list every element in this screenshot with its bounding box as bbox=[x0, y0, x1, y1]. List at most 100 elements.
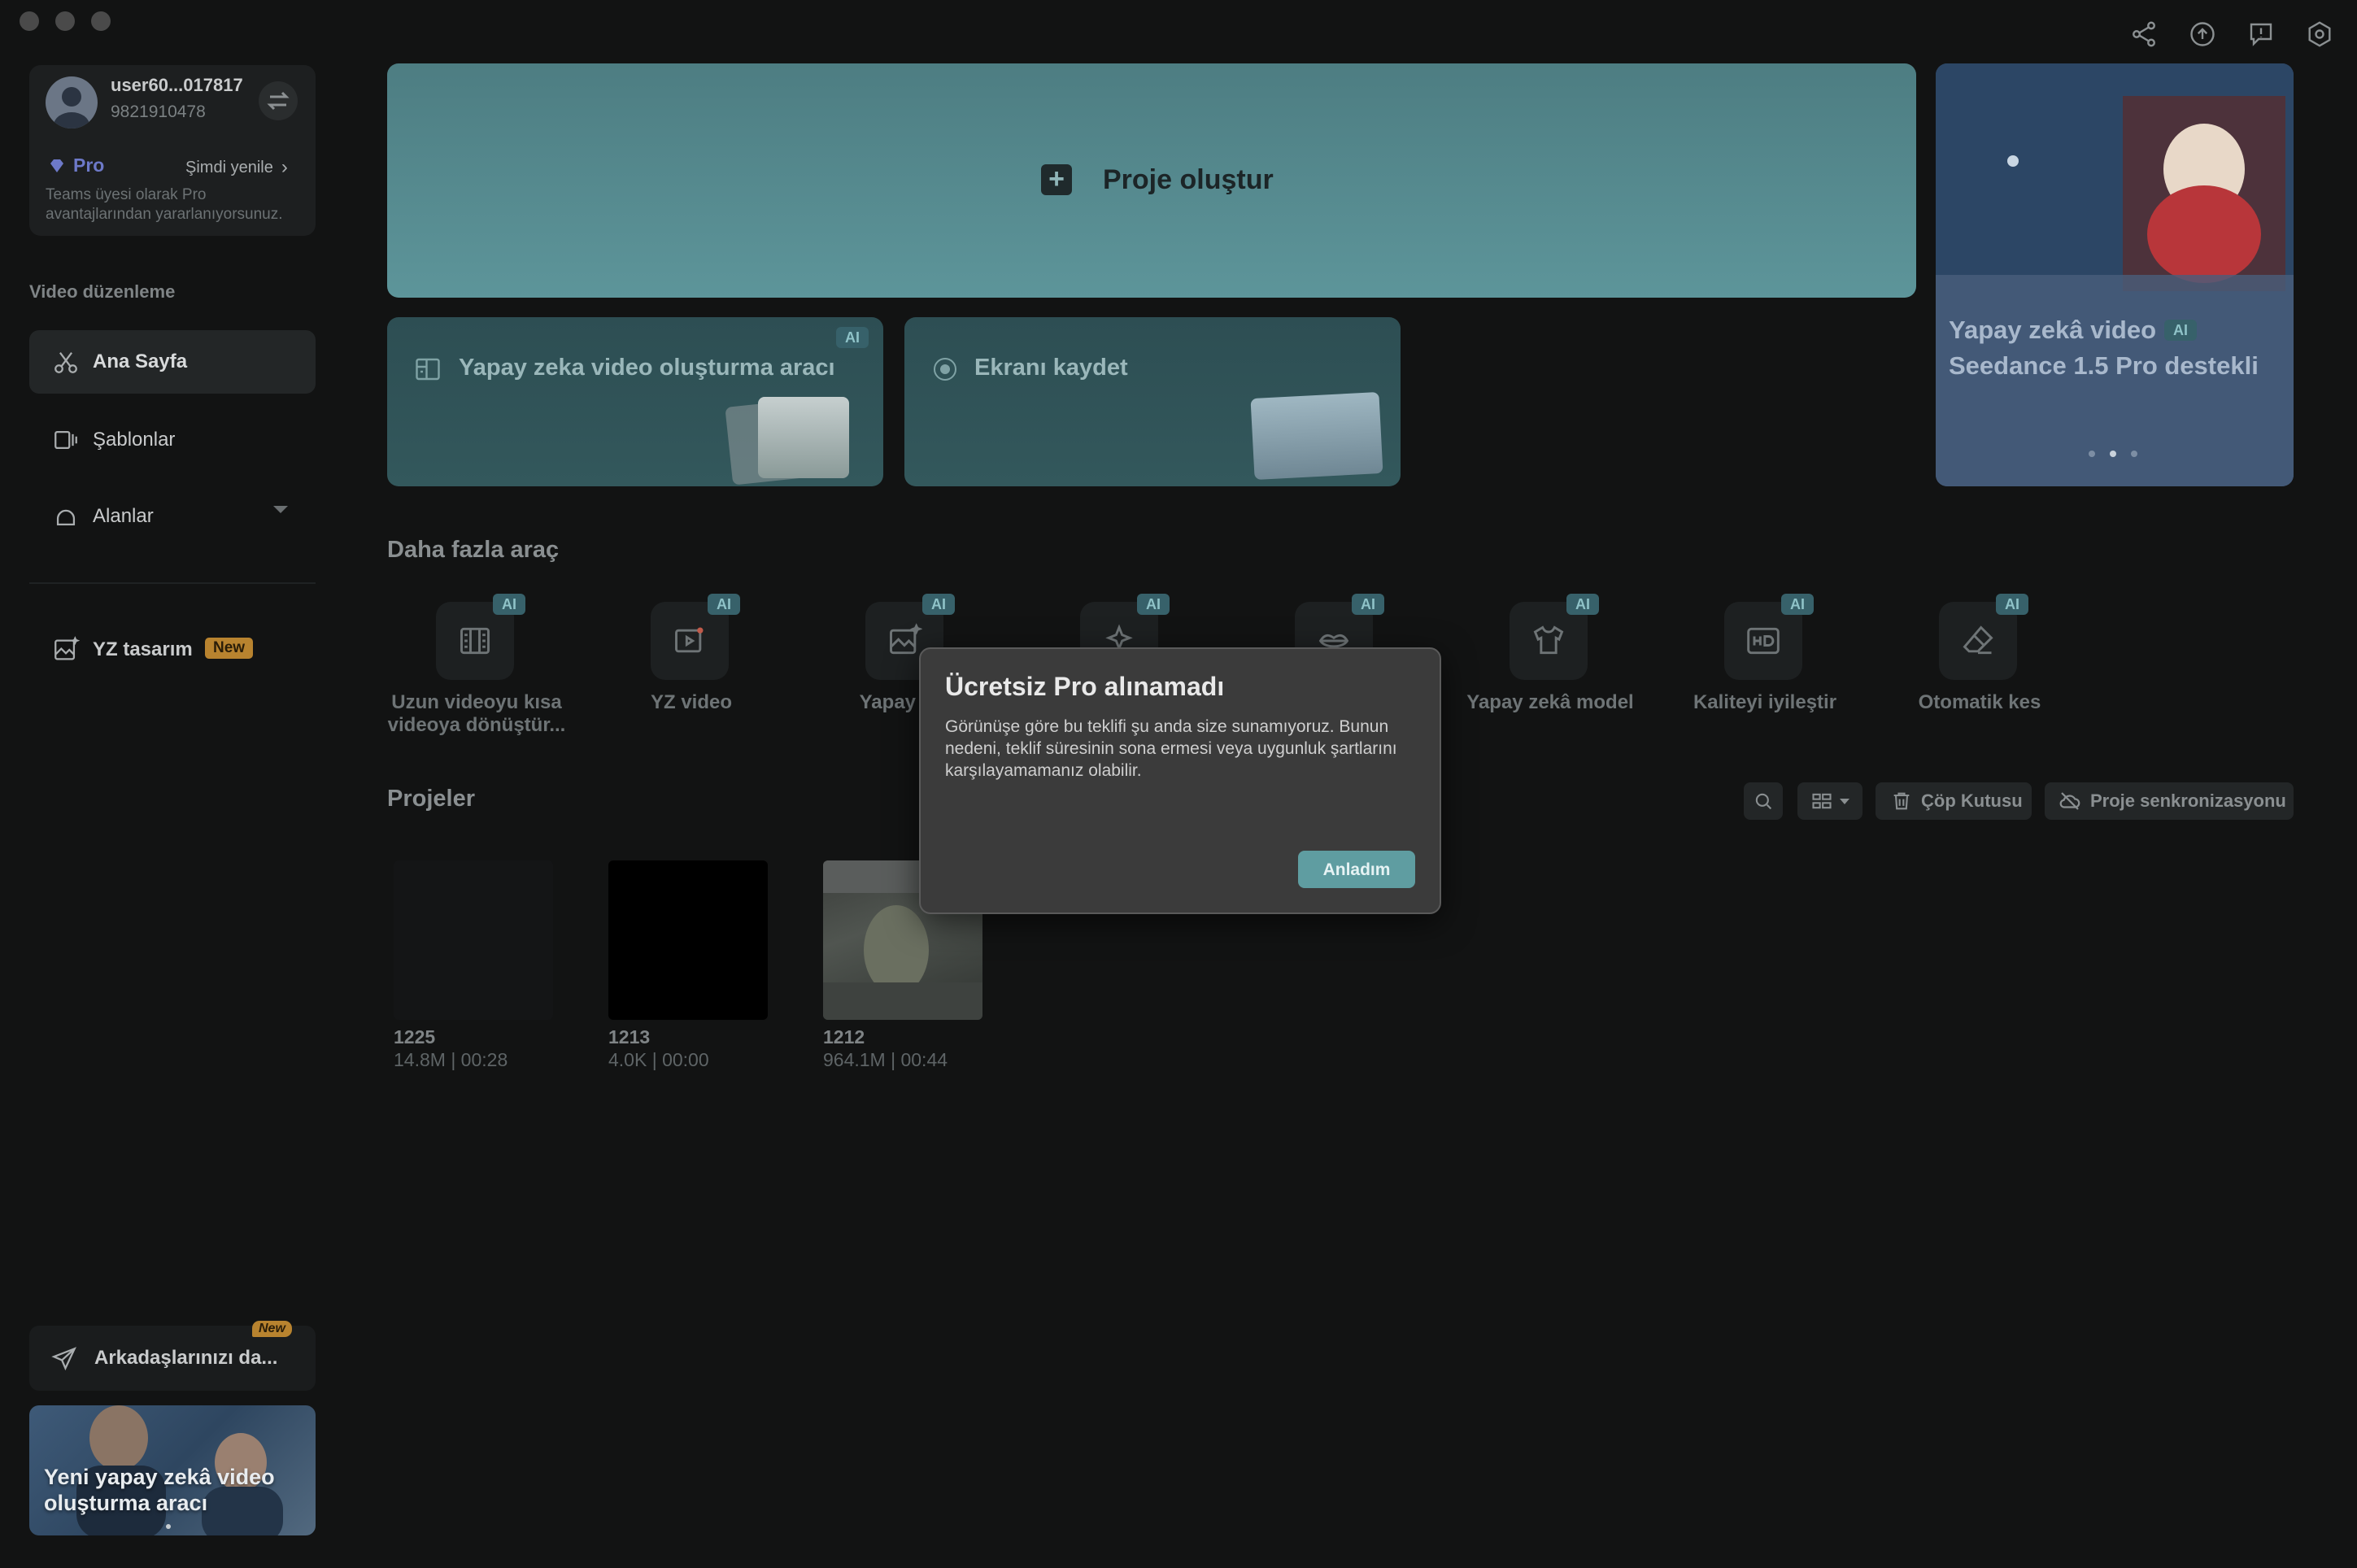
ai-badge: AI bbox=[708, 594, 740, 615]
project-thumbnail[interactable] bbox=[608, 860, 768, 1020]
more-tools-title: Daha fazla araç bbox=[387, 537, 560, 563]
tool-label: Otomatik kes bbox=[1918, 691, 2041, 713]
grid-icon bbox=[1812, 793, 1832, 809]
video-ai-icon bbox=[675, 627, 704, 653]
tool-card-thumbnail bbox=[758, 397, 849, 478]
project-name[interactable]: 1225 bbox=[394, 1026, 435, 1048]
tool-card-thumbnail bbox=[1250, 391, 1383, 481]
window-minimize-button[interactable] bbox=[55, 11, 75, 31]
free-pro-failed-dialog: Ücretsiz Pro alınamadı Görünüşe göre bu … bbox=[919, 647, 1441, 914]
ai-video-generator-card[interactable]: Yapay zeka video oluşturma aracı AI bbox=[387, 317, 883, 486]
promo-text: Yeni yapay zekâ video oluşturma aracı bbox=[44, 1465, 275, 1515]
sidebar-item-ai-design[interactable]: YZ tasarım New bbox=[29, 618, 316, 682]
banner-line1: Yapay zekâ video AI bbox=[1949, 316, 2198, 345]
eraser-icon bbox=[1963, 625, 1993, 655]
create-project-label: Proje oluştur bbox=[1103, 164, 1274, 195]
sidebar-item-label: YZ tasarım bbox=[93, 638, 193, 660]
view-toggle-button[interactable] bbox=[1797, 782, 1863, 820]
chevron-down-icon[interactable] bbox=[273, 506, 288, 513]
trash-button[interactable]: Çöp Kutusu bbox=[1876, 782, 2032, 820]
trash-label: Çöp Kutusu bbox=[1921, 791, 2023, 811]
sidebar-item-label: Şablonlar bbox=[93, 429, 176, 451]
sync-label: Proje senkronizasyonu bbox=[2090, 791, 2286, 811]
project-meta: 14.8M | 00:28 bbox=[394, 1049, 508, 1070]
film-split-icon bbox=[460, 627, 490, 655]
banner-subtitle: Seedance 1.5 Pro destekli bbox=[1949, 351, 2259, 380]
renew-link[interactable]: Şimdi yenile › bbox=[185, 156, 288, 179]
pagination-dot[interactable] bbox=[2131, 451, 2137, 457]
plus-icon: + bbox=[1041, 164, 1072, 195]
settings-icon[interactable] bbox=[2305, 20, 2334, 49]
sidebar-item-home[interactable]: Ana Sayfa bbox=[29, 330, 316, 394]
project-thumbnail[interactable] bbox=[394, 860, 553, 1020]
window-close-button[interactable] bbox=[20, 11, 39, 31]
ai-badge: AI bbox=[1781, 594, 1814, 615]
tool-label: Uzun videoyu kısa videoya dönüştür... bbox=[387, 691, 566, 736]
window-maximize-button[interactable] bbox=[91, 11, 111, 31]
new-badge: New bbox=[252, 1321, 292, 1337]
account-user-id: 9821910478 bbox=[111, 102, 206, 121]
search-icon bbox=[1755, 793, 1772, 810]
banner-pagination[interactable] bbox=[2089, 451, 2137, 457]
trash-icon bbox=[1893, 792, 1910, 810]
cloud-sync-icon bbox=[2059, 792, 2080, 810]
pagination-dot-active[interactable] bbox=[2110, 451, 2116, 457]
account-username: user60...017817 bbox=[111, 75, 243, 95]
send-icon bbox=[51, 1347, 76, 1371]
template-icon bbox=[54, 430, 77, 450]
record-icon bbox=[934, 358, 956, 381]
upload-icon[interactable] bbox=[2188, 20, 2217, 49]
image-sparkle-icon bbox=[54, 636, 80, 660]
project-meta: 964.1M | 00:44 bbox=[823, 1049, 948, 1070]
image-ai-icon bbox=[890, 623, 922, 655]
sidebar-item-label: Ana Sayfa bbox=[93, 351, 188, 372]
banner-image bbox=[1936, 63, 2294, 486]
new-badge: New bbox=[205, 638, 254, 659]
sidebar-item-label: Alanlar bbox=[93, 505, 154, 527]
sidebar-item-templates[interactable]: Şablonlar bbox=[29, 408, 316, 472]
dialog-title: Ücretsiz Pro alınamadı bbox=[945, 672, 1225, 701]
chevron-right-icon: › bbox=[281, 156, 288, 178]
tool-label: Yapay zekâ model bbox=[1466, 691, 1634, 713]
ai-badge: AI bbox=[1137, 594, 1170, 615]
tool-label: Kaliteyi iyileştir bbox=[1693, 691, 1837, 713]
sidebar-divider bbox=[29, 582, 316, 584]
share-icon[interactable] bbox=[2129, 20, 2159, 49]
renew-label: Şimdi yenile bbox=[185, 158, 273, 176]
project-name[interactable]: 1213 bbox=[608, 1026, 650, 1048]
project-sync-button[interactable]: Proje senkronizasyonu bbox=[2045, 782, 2294, 820]
ai-badge: AI bbox=[922, 594, 955, 615]
feedback-icon[interactable] bbox=[2246, 20, 2276, 49]
promo-card[interactable]: Yeni yapay zekâ video oluşturma aracı bbox=[29, 1405, 316, 1535]
search-button[interactable] bbox=[1744, 782, 1783, 820]
hd-icon bbox=[1747, 627, 1780, 655]
shirt-icon bbox=[1533, 625, 1564, 655]
sidebar-item-spaces[interactable]: Alanlar bbox=[29, 485, 316, 548]
promo-banner[interactable]: Yapay zekâ video AI Seedance 1.5 Pro des… bbox=[1936, 63, 2294, 486]
plan-description: Teams üyesi olarak Pro avantajlarından y… bbox=[46, 186, 283, 223]
plan-label: Pro bbox=[73, 155, 105, 176]
ai-badge: AI bbox=[1566, 594, 1599, 615]
project-name[interactable]: 1212 bbox=[823, 1026, 865, 1048]
tool-card-label: Yapay zeka video oluşturma aracı bbox=[459, 355, 835, 381]
switch-account-button[interactable] bbox=[259, 81, 298, 120]
ai-badge: AI bbox=[1352, 594, 1384, 615]
tool-label: YZ video bbox=[650, 691, 733, 713]
pagination-dot[interactable] bbox=[2089, 451, 2095, 457]
invite-friends-button[interactable]: Arkadaşlarınızı da... New bbox=[29, 1321, 316, 1391]
dialog-message: Görünüşe göre bu teklifi şu anda size su… bbox=[945, 717, 1397, 780]
ai-badge: AI bbox=[2164, 320, 2198, 341]
invite-label: Arkadaşlarınızı da... bbox=[94, 1347, 278, 1369]
diamond-icon bbox=[47, 156, 67, 176]
scissors-icon bbox=[54, 351, 77, 373]
screen-record-card[interactable]: Ekranı kaydet bbox=[904, 317, 1401, 486]
ai-badge: AI bbox=[493, 594, 525, 615]
project-meta: 4.0K | 00:00 bbox=[608, 1049, 709, 1070]
promo-pagination bbox=[166, 1524, 171, 1529]
ai-badge: AI bbox=[1996, 594, 2028, 615]
projects-title: Projeler bbox=[387, 786, 475, 812]
dialog-confirm-button[interactable]: Anladım bbox=[1298, 851, 1415, 888]
sidebar-section-title: Video düzenleme bbox=[29, 281, 176, 302]
create-project-button[interactable]: + Proje oluştur bbox=[387, 63, 1916, 298]
avatar[interactable] bbox=[46, 76, 98, 128]
